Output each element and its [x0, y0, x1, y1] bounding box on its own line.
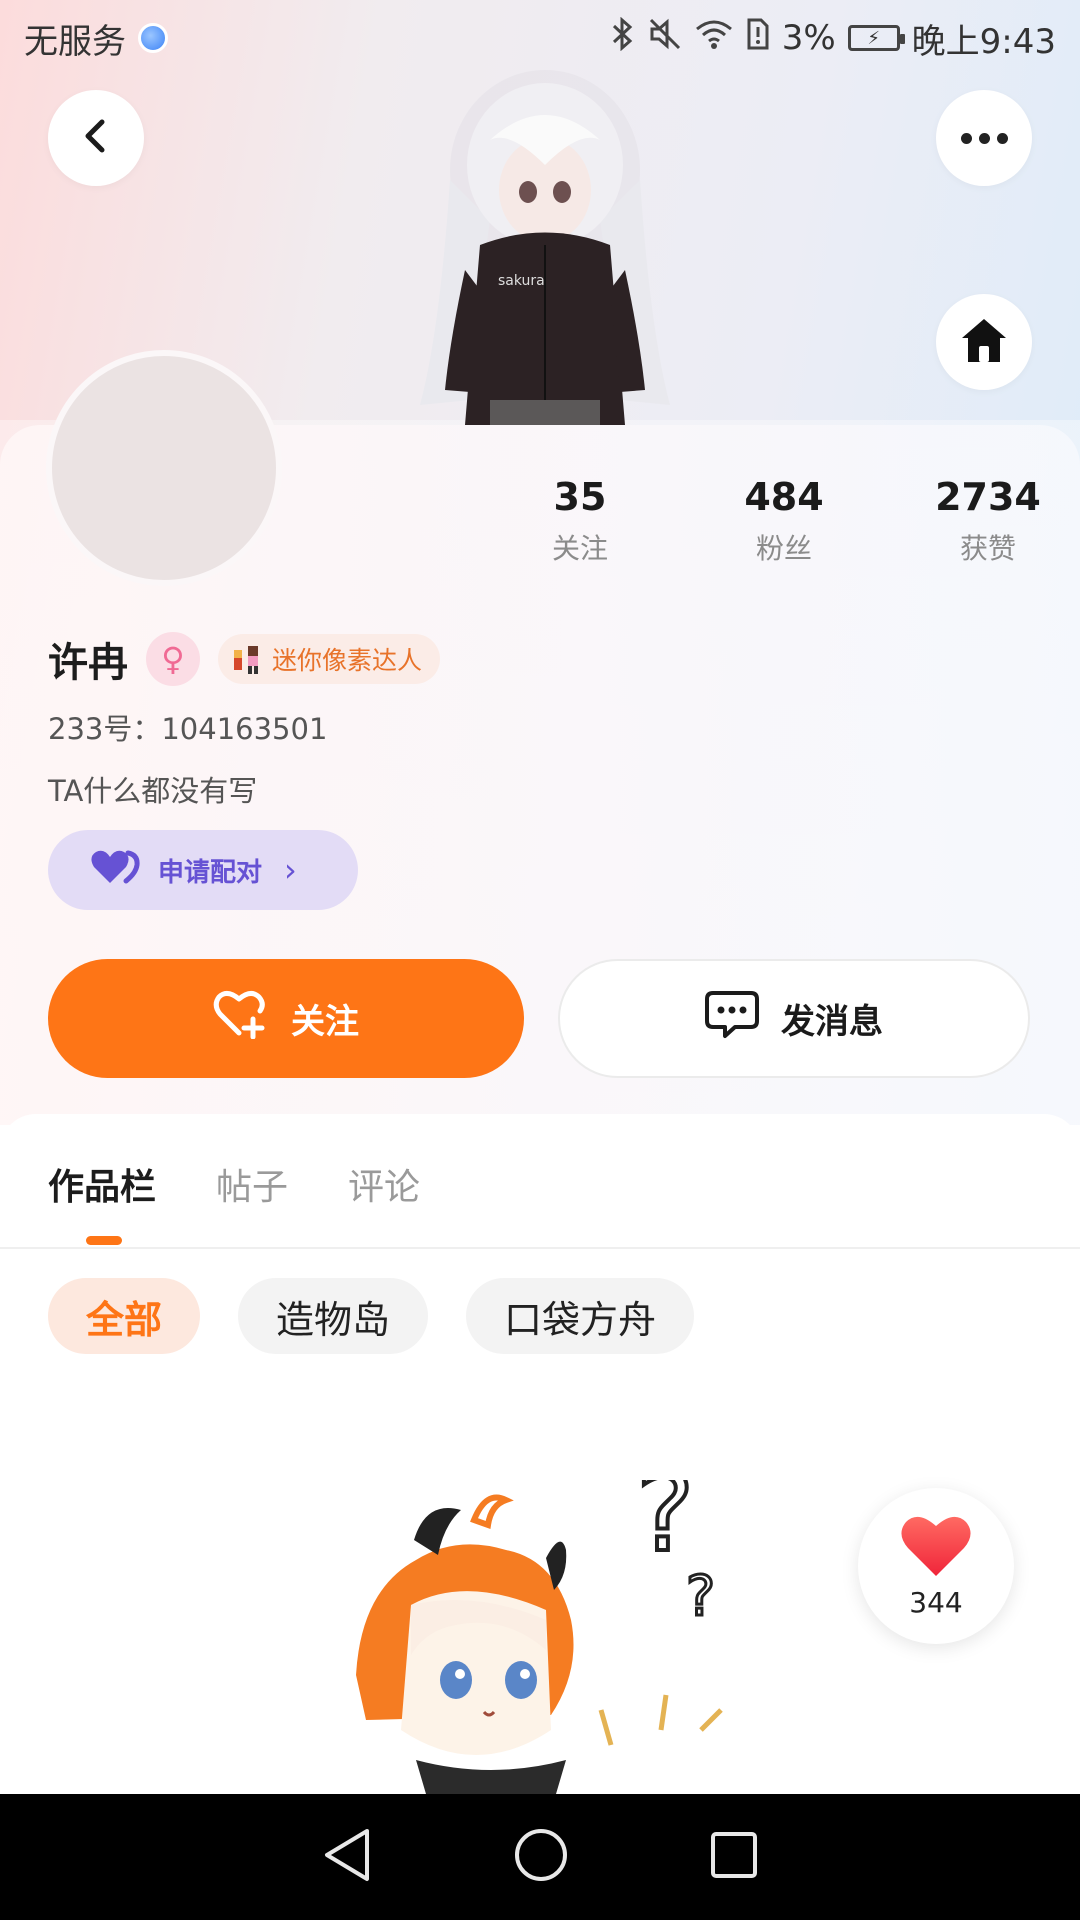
pair-button-label: 申请配对	[158, 857, 263, 888]
follow-button[interactable]: 关注	[48, 959, 524, 1078]
avatar[interactable]	[46, 350, 282, 586]
tab-posts[interactable]: 帖子	[216, 1158, 288, 1210]
stat-label: 粉丝	[755, 532, 812, 565]
nav-recents-icon[interactable]	[709, 1830, 759, 1884]
nav-home-icon[interactable]	[513, 1827, 569, 1887]
sim-alert-icon	[746, 17, 770, 59]
female-icon: ♀	[146, 632, 200, 686]
profile-stats: 35 关注 484 粉丝 2734 获赞	[478, 475, 1080, 567]
apply-pairing-button[interactable]: 申请配对 ›	[48, 830, 358, 910]
svg-text:sakura: sakura	[498, 273, 545, 289]
achievement-badge[interactable]: 迷你像素达人	[218, 634, 441, 684]
bluetooth-icon	[610, 16, 636, 59]
status-bar: 无服务 3% ⚡ 晚上9:43	[0, 0, 1080, 76]
back-arrow-icon	[76, 116, 116, 160]
stat-value: 2734	[935, 475, 1041, 519]
heart-pair-icon	[90, 849, 142, 892]
nav-back-icon[interactable]	[321, 1827, 373, 1887]
tab-comments[interactable]: 评论	[348, 1158, 420, 1210]
heart-plus-icon	[213, 989, 269, 1048]
home-button[interactable]	[936, 294, 1032, 390]
stat-followers[interactable]: 484 粉丝	[682, 475, 886, 567]
filter-chip-pocket-ark[interactable]: 口袋方舟	[466, 1278, 695, 1354]
tab-divider	[0, 1247, 1080, 1249]
svg-text:?: ?	[686, 1564, 715, 1628]
more-button[interactable]	[936, 90, 1032, 186]
svg-text:?: ?	[636, 1480, 694, 1576]
like-button[interactable]: 344	[858, 1488, 1014, 1644]
stat-label: 获赞	[959, 532, 1016, 565]
stat-likes[interactable]: 2734 获赞	[886, 475, 1080, 567]
system-nav-bar	[0, 1794, 1080, 1920]
stat-value: 484	[744, 475, 824, 519]
stat-following[interactable]: 35 关注	[478, 475, 682, 567]
content-tabs: 作品栏 帖子 评论	[48, 1158, 420, 1210]
follow-label: 关注	[291, 1002, 359, 1042]
status-left: 无服务	[24, 14, 168, 63]
active-tab-indicator	[86, 1236, 122, 1245]
user-bio: TA什么都没有写	[48, 774, 258, 808]
avatar-3d-character: sakura	[420, 70, 670, 425]
name-row: 许冉 ♀ 迷你像素达人	[48, 630, 441, 688]
battery-percent: 3%	[781, 18, 836, 58]
like-count: 344	[909, 1585, 963, 1619]
stat-label: 关注	[551, 532, 608, 565]
mute-icon	[648, 17, 682, 59]
chevron-right-icon: ›	[284, 851, 297, 889]
globe-icon	[138, 23, 168, 53]
filter-chip-all[interactable]: 全部	[48, 1278, 201, 1354]
filter-chips: 全部 造物岛 口袋方舟	[48, 1278, 695, 1354]
chat-bubble-icon	[705, 989, 759, 1048]
clock: 晚上9:43	[911, 21, 1056, 62]
user-id: 233号：104163501	[48, 712, 328, 746]
status-right: 3% ⚡ 晚上9:43	[610, 14, 1056, 63]
pixel-character-icon	[234, 646, 258, 674]
user-name: 许冉	[48, 640, 128, 686]
wifi-icon	[694, 18, 734, 58]
tab-works[interactable]: 作品栏	[48, 1158, 156, 1210]
heart-icon	[900, 1514, 972, 1582]
home-icon	[959, 316, 1009, 368]
empty-state-illustration: ? ?	[356, 1480, 723, 1794]
more-dots-icon	[960, 132, 1008, 144]
stat-value: 35	[553, 475, 607, 519]
carrier-text: 无服务	[24, 21, 126, 62]
back-button[interactable]	[48, 90, 144, 186]
badge-label: 迷你像素达人	[272, 646, 423, 675]
battery-charging-icon: ⚡	[847, 25, 905, 51]
message-label: 发消息	[781, 1002, 883, 1042]
filter-chip-creation-island[interactable]: 造物岛	[238, 1278, 429, 1354]
send-message-button[interactable]: 发消息	[558, 959, 1030, 1078]
